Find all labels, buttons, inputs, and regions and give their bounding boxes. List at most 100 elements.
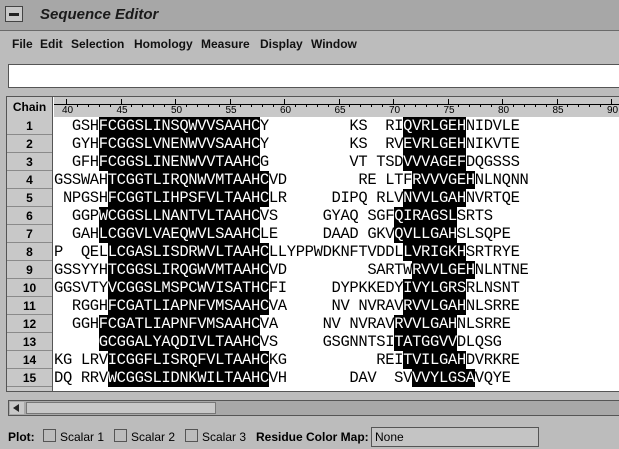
highlighted-residues[interactable]: LVRIGKH <box>403 243 466 261</box>
highlighted-residues[interactable]: NVVLGAH <box>403 189 466 207</box>
residues[interactable]: GGP <box>54 207 99 225</box>
sequence-row[interactable]: RGGHFCGATLIAPNFVMSAAHCVA NV NVRAVRVVLGAH… <box>54 297 520 315</box>
menu-measure[interactable]: Measure <box>201 37 250 51</box>
residues[interactable]: GSSWAH <box>54 171 108 189</box>
chain-label[interactable]: 15 <box>7 369 52 387</box>
sequence-row[interactable]: GAHLCGGVLVAEQWVLSAAHCLE DAAD GKVQVLLGAHS… <box>54 225 511 243</box>
highlighted-residues[interactable]: RVVLGEH <box>412 261 475 279</box>
residues[interactable]: Y KS RI <box>260 117 404 135</box>
scroll-thumb[interactable] <box>26 402 216 414</box>
sequence-row[interactable]: NPGSHFCGGTLIHPSFVLTAAHCLR DIPQ RLVNVVLGA… <box>54 189 520 207</box>
residues[interactable]: KG LRV <box>54 351 108 369</box>
highlighted-residues[interactable]: TCGGTLIRQNWVMTAAHC <box>107 171 269 189</box>
scalar-3-checkbox[interactable] <box>185 429 198 442</box>
horizontal-scrollbar[interactable] <box>8 400 619 416</box>
residues[interactable]: RLNSNT <box>466 279 520 297</box>
chain-label[interactable]: 9 <box>7 261 52 279</box>
highlighted-residues[interactable]: WCGGSLLNANTVLTAAHC <box>98 207 260 225</box>
residues[interactable]: KG REI <box>269 351 404 369</box>
chain-label[interactable]: 4 <box>7 171 52 189</box>
sequence-row[interactable]: GCGGALYAQDIVLTAAHCVS GSGNNTSITATGGVVDLQS… <box>54 333 502 351</box>
scalar-1-checkbox[interactable] <box>43 429 56 442</box>
residues[interactable]: LLYPPWDKNFTVDDL <box>269 243 404 261</box>
highlighted-residues[interactable]: RVVLGAH <box>403 297 466 315</box>
chain-label[interactable]: 3 <box>7 153 52 171</box>
highlighted-residues[interactable]: RVVLGAH <box>394 315 457 333</box>
command-input[interactable] <box>8 64 619 88</box>
highlighted-residues[interactable]: FCGGSLVNENWVVSAAHC <box>98 135 260 153</box>
highlighted-residues[interactable]: GCGGALYAQDIVLTAAHC <box>98 333 260 351</box>
residues[interactable]: DVRKRE <box>466 351 520 369</box>
highlighted-residues[interactable]: VCGGSLMSPCWVISATHC <box>107 279 269 297</box>
menu-file[interactable]: File <box>12 37 33 51</box>
sequence-row[interactable]: GGSVTYVCGGSLMSPCWVISATHCFI DYPKKEDYIVYLG… <box>54 279 520 297</box>
residues[interactable]: SRTS <box>457 207 493 225</box>
highlighted-residues[interactable]: EVRLGEH <box>403 135 466 153</box>
residues[interactable]: FI DYPKKEDY <box>269 279 404 297</box>
residues[interactable]: Y KS RV <box>260 135 404 153</box>
highlighted-residues[interactable]: TVILGAH <box>403 351 466 369</box>
highlighted-residues[interactable]: VVYLGSA <box>412 369 475 387</box>
highlighted-residues[interactable]: FCGATLIAPNFVMSAAHC <box>98 315 260 333</box>
residues[interactable]: GFH <box>54 153 99 171</box>
sequence-row[interactable]: GGPWCGGSLLNANTVLTAAHCVS GYAQ SGFQIRAGSLS… <box>54 207 493 225</box>
menu-display[interactable]: Display <box>260 37 303 51</box>
highlighted-residues[interactable]: QIRAGSL <box>394 207 457 225</box>
residues[interactable]: GAH <box>54 225 99 243</box>
residues[interactable]: DLQSG <box>457 333 502 351</box>
sequence-row[interactable]: P QELLCGASLISDRWVLTAAHCLLYPPWDKNFTVDDLLV… <box>54 243 520 261</box>
residues[interactable]: VD RE LTF <box>269 171 413 189</box>
residues[interactable]: LE DAAD GKV <box>260 225 395 243</box>
residues[interactable]: G VT TSD <box>260 153 404 171</box>
chain-label[interactable]: 6 <box>7 207 52 225</box>
residues[interactable]: VS GSGNNTSI <box>260 333 395 351</box>
chain-label[interactable]: 12 <box>7 315 52 333</box>
residues[interactable]: NLNQNN <box>475 171 529 189</box>
residues[interactable]: SRTRYE <box>466 243 520 261</box>
residues[interactable]: GYH <box>54 135 99 153</box>
highlighted-residues[interactable]: FCGGSLINENWVVTAAHC <box>98 153 260 171</box>
chain-label[interactable]: 14 <box>7 351 52 369</box>
menu-selection[interactable]: Selection <box>71 37 124 51</box>
residues[interactable]: NIDVLE <box>466 117 520 135</box>
highlighted-residues[interactable]: LCGASLISDRWVLTAAHC <box>107 243 269 261</box>
highlighted-residues[interactable]: QVLLGAH <box>394 225 457 243</box>
highlighted-residues[interactable]: WCGGSLIDNKWILTAAHC <box>107 369 269 387</box>
menu-edit[interactable]: Edit <box>40 37 63 51</box>
residues[interactable]: VD SARTW <box>269 261 413 279</box>
chain-label[interactable]: 13 <box>7 333 52 351</box>
residues[interactable]: VS GYAQ SGF <box>260 207 395 225</box>
highlighted-residues[interactable]: FCGGSLINSQWVVSAAHC <box>98 117 260 135</box>
highlighted-residues[interactable]: IVYLGRS <box>403 279 466 297</box>
chain-label[interactable]: 8 <box>7 243 52 261</box>
highlighted-residues[interactable]: TATGGVV <box>394 333 457 351</box>
residues[interactable]: DQGSSS <box>466 153 520 171</box>
sequence-row[interactable]: GYHFCGGSLVNENWVVSAAHCY KS RVEVRLGEHNIKVT… <box>54 135 520 153</box>
residues[interactable]: VQYE <box>475 369 511 387</box>
sequence-row[interactable]: GSSWAHTCGGTLIRQNWVMTAAHCVD RE LTFRVVVGEH… <box>54 171 529 189</box>
sequence-row[interactable]: DQ RRVWCGGSLIDNKWILTAAHCVH DAV SVVVYLGSA… <box>54 369 511 387</box>
residues[interactable]: SLSQPE <box>457 225 511 243</box>
residues[interactable]: LR DIPQ RLV <box>269 189 404 207</box>
sequence-row[interactable]: GFHFCGGSLINENWVVTAAHCG VT TSDVVVAGEFDQGS… <box>54 153 520 171</box>
residues[interactable]: VA NV NVRAV <box>260 315 395 333</box>
chain-label[interactable]: 10 <box>7 279 52 297</box>
highlighted-residues[interactable]: LCGGVLVAEQWVLSAAHC <box>98 225 260 243</box>
color-map-field[interactable]: None <box>371 427 539 447</box>
window-menu-icon[interactable] <box>5 6 23 22</box>
residues[interactable]: VA NV NVRAV <box>269 297 404 315</box>
residues[interactable]: VH DAV SV <box>269 369 413 387</box>
residues[interactable]: NPGSH <box>54 189 108 207</box>
sequence-row[interactable]: KG LRVICGGFLISRQFVLTAAHCKG REITVILGAHDVR… <box>54 351 520 369</box>
highlighted-residues[interactable]: VVVAGEF <box>403 153 466 171</box>
scalar-2-checkbox[interactable] <box>114 429 127 442</box>
residues[interactable]: NIKVTE <box>466 135 520 153</box>
residues[interactable]: GGH <box>54 315 99 333</box>
chain-label[interactable]: 5 <box>7 189 52 207</box>
highlighted-residues[interactable]: RVVVGEH <box>412 171 475 189</box>
highlighted-residues[interactable]: TCGGSLIRQGWVMTAAHC <box>107 261 269 279</box>
highlighted-residues[interactable]: QVRLGEH <box>403 117 466 135</box>
residues[interactable]: NLSRRE <box>457 315 511 333</box>
residues[interactable]: NLSRRE <box>466 297 520 315</box>
residues[interactable]: GSH <box>54 117 99 135</box>
